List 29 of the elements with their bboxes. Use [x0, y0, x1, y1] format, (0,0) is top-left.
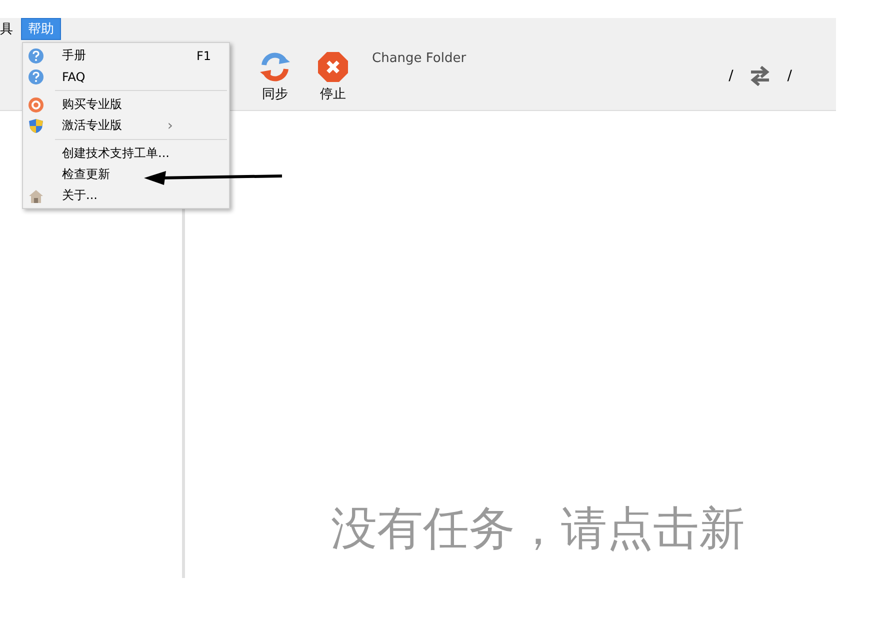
house-icon [28, 188, 44, 204]
change-folder-link[interactable]: Change Folder [372, 51, 466, 66]
menu-item[interactable]: 购买专业版 [23, 94, 229, 115]
menu-item-label: 激活专业版 [62, 117, 122, 134]
menu-item-label: 关于... [62, 187, 98, 204]
menu-item[interactable]: 关于... [23, 185, 229, 206]
empty-message: 没有任务，请点击新 [330, 500, 745, 557]
submenu-arrow: › [167, 118, 173, 134]
folder-path-text: / [728, 68, 734, 84]
menu-item-label: FAQ [62, 70, 86, 84]
menu-bar-item[interactable]: 具 [0, 18, 20, 40]
shortcut-text: F1 [196, 48, 211, 62]
menu-item[interactable]: 激活专业版 › [23, 115, 229, 136]
folder-path-text: / [787, 68, 792, 84]
menu-item-label: 手册 [62, 47, 86, 64]
stop-icon [317, 51, 349, 83]
menu-item[interactable]: 手册 F1 [23, 45, 229, 66]
toolbar-button[interactable]: 停止 [314, 40, 352, 103]
menu-item-label: 检查更新 [62, 166, 110, 183]
menu-item[interactable]: FAQ [23, 66, 229, 87]
help-icon [28, 48, 44, 64]
swap-arrows-icon[interactable] [749, 66, 772, 86]
shield-icon [28, 118, 44, 134]
sync-icon [259, 51, 291, 83]
menu-item-label: 购买专业版 [62, 96, 122, 113]
help-icon [28, 68, 44, 84]
menu-item-label: 创建技术支持工单... [62, 145, 170, 162]
menu-item[interactable]: 创建技术支持工单... [23, 143, 229, 164]
toolbar-button[interactable]: 同步 [256, 40, 294, 103]
